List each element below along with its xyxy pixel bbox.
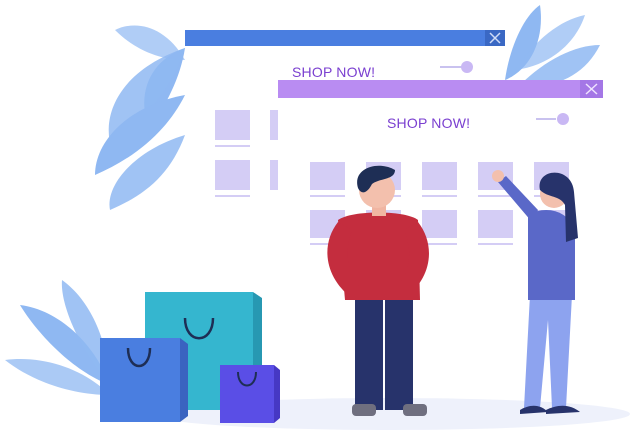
back-window-shop-now-label: SHOP NOW!	[292, 64, 376, 80]
close-icon[interactable]	[580, 80, 603, 98]
close-icon[interactable]	[485, 30, 505, 46]
product-tile[interactable]	[422, 210, 457, 238]
front-window-shop-now-label: SHOP NOW!	[387, 115, 471, 131]
product-tile	[215, 110, 250, 140]
leaf-plant-bottom-left	[5, 280, 110, 395]
leaf-plant-top-right	[505, 5, 600, 86]
leaf-plant-top-left	[95, 25, 185, 210]
front-window-titlebar	[278, 80, 603, 98]
product-tile[interactable]	[478, 210, 513, 238]
product-tile[interactable]	[422, 162, 457, 190]
indigo-shopping-bag	[220, 365, 280, 423]
blue-shopping-bag	[100, 338, 188, 422]
back-window-titlebar	[185, 30, 505, 46]
product-tile[interactable]	[310, 162, 345, 190]
product-tile	[215, 160, 250, 190]
